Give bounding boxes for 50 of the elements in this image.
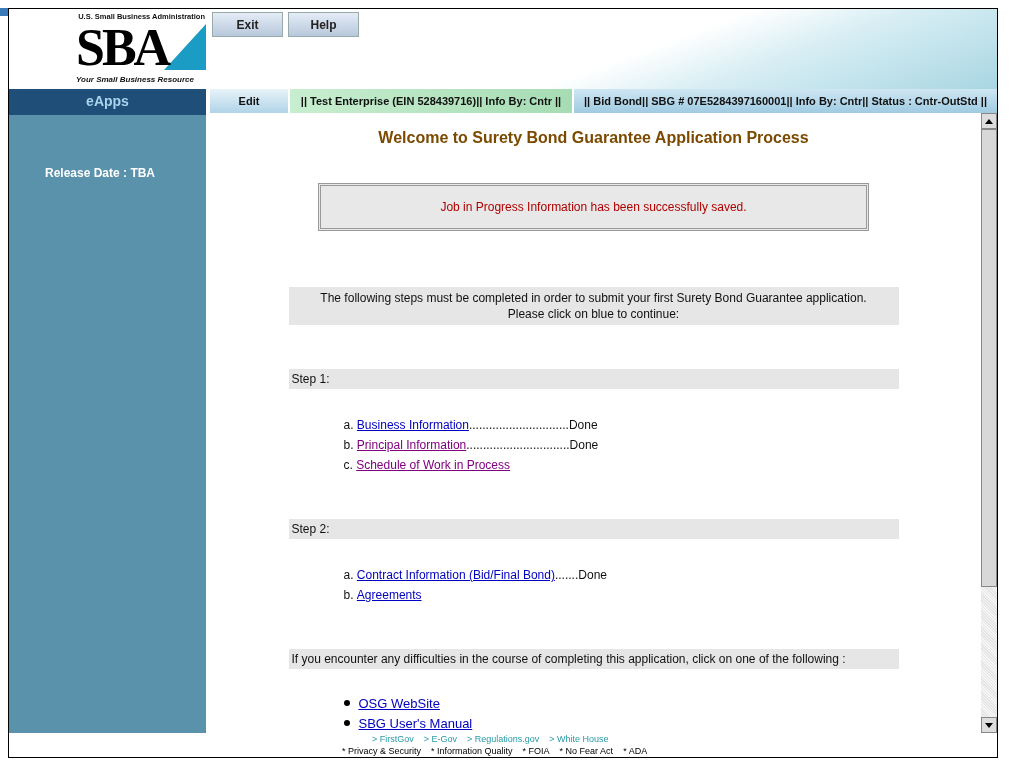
bond-info: || Bid Bond|| SBG # 07E5284397160001|| Info By: Cntr|| Status : Cntr-OutStd || [574,89,997,113]
leader-dots: .............................. [468,418,569,432]
item-marker: b. [343,588,355,602]
page-icon [0,8,8,16]
scroll-down-icon[interactable] [981,717,997,733]
item-marker: a. [343,568,355,582]
step-status: Done [578,568,607,582]
step-status: Done [568,418,598,432]
step-link[interactable]: Principal Information [356,438,467,452]
policy-link[interactable]: * ADA [623,746,648,756]
policy-link[interactable]: * No Fear Act [559,746,614,756]
item-marker: a. [343,418,355,432]
item-marker: c. [343,458,354,472]
step-link[interactable]: Agreements [356,588,422,602]
step-link[interactable]: Business Information [356,418,469,432]
bullet-icon [343,700,350,706]
header-button[interactable]: Help [288,12,359,37]
help-link[interactable]: OSG WebSite [358,695,440,711]
enterprise-info: || Test Enterprise (EIN 528439716)|| Info By: Cntr || [290,89,572,113]
help-link[interactable]: SBG User's Manual [358,715,473,731]
instructions-text: Please click on blue to continue: [506,306,681,322]
step-heading: Step 2: [288,519,899,539]
leader-dots: ............................... [466,438,570,452]
step-link[interactable]: Contract Information (Bid/Final Bond) [356,568,555,582]
help-text: If you encounter any difficulties in the course of completing this application, click on one of the following : [288,649,899,669]
header-button[interactable]: Exit [212,12,283,37]
edit-tab[interactable]: Edit [210,89,288,113]
footer-link[interactable]: > E-Gov [423,734,458,744]
step-status: Done [569,438,599,452]
scroll-thumb[interactable] [981,129,997,587]
footer-link[interactable]: > White House [549,734,609,744]
scroll-up-icon[interactable] [981,113,997,129]
logo-tagline: Your Small Business Resource [76,75,195,84]
policy-link[interactable]: * Privacy & Security [342,746,422,756]
page-title: Welcome to Surety Bond Guarantee Application Process [378,129,809,147]
leader-dots: ....... [554,568,579,582]
footer-link[interactable]: > FirstGov [372,734,414,744]
policy-link[interactable]: * Information Quality [431,746,513,756]
logo-wordmark: SBA [76,22,170,72]
bullet-icon [343,720,350,726]
step-link[interactable]: Schedule of Work in Process [356,458,511,472]
success-message: Job in Progress Information has been successfully saved. [440,200,747,214]
scrollbar[interactable] [981,113,997,733]
step-heading: Step 1: [288,369,899,389]
policy-link[interactable]: * FOIA [522,746,550,756]
instructions-text: The following steps must be completed in order to submit your first Surety Bond Guarantee application. [319,290,868,306]
release-date: Release Date : TBA [45,166,156,180]
footer-link[interactable]: > Regulations.gov [467,734,540,744]
item-marker: b. [343,438,355,452]
app-title: eApps [9,89,206,113]
